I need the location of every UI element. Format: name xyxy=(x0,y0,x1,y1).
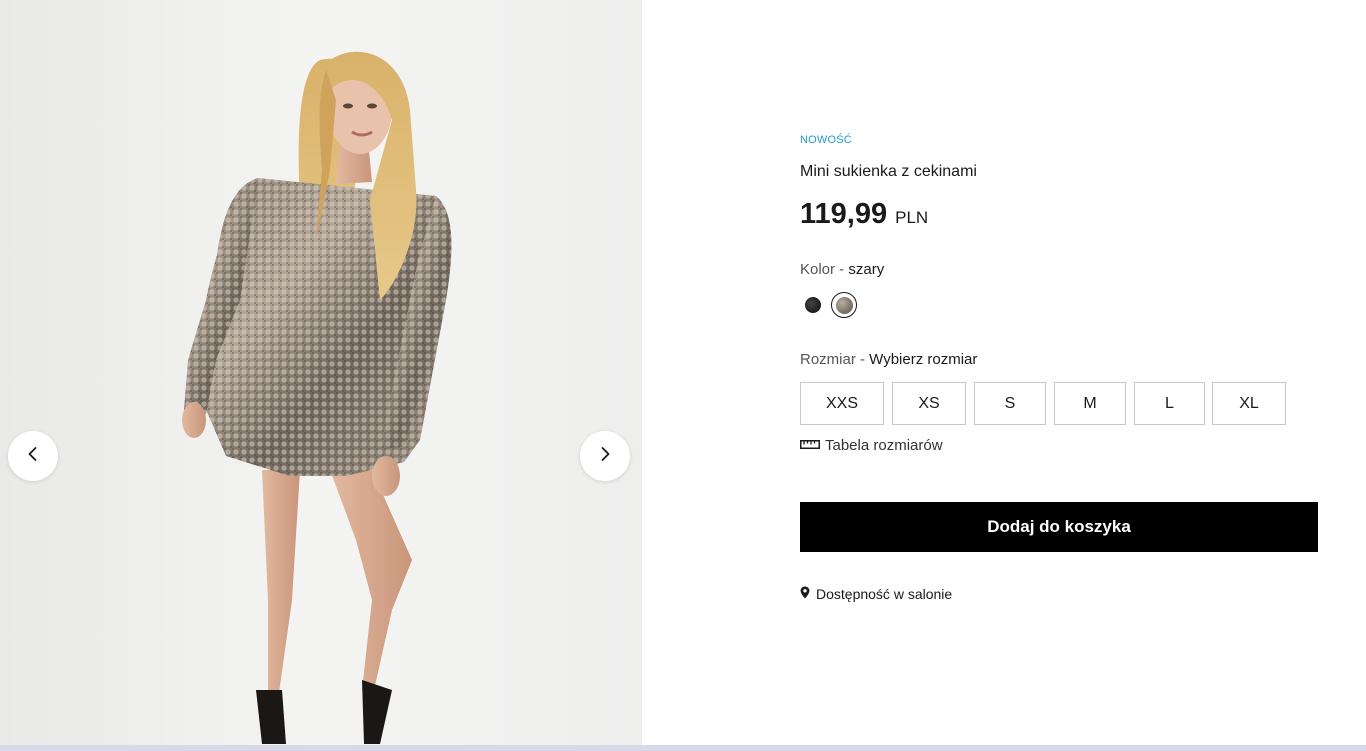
size-option-xxs[interactable]: XXS xyxy=(800,382,884,425)
bottom-scrollbar-strip xyxy=(0,745,1366,751)
size-label-prefix: Rozmiar - xyxy=(800,351,870,368)
size-table-label: Tabela rozmiarów xyxy=(825,437,943,454)
availability-label: Dostępność w salonie xyxy=(816,586,953,602)
location-pin-icon xyxy=(800,586,816,602)
size-option-s[interactable]: S xyxy=(974,382,1046,425)
color-swatch-grey-fill xyxy=(835,296,853,314)
size-option-xs[interactable]: XS xyxy=(892,382,966,425)
chevron-left-icon xyxy=(24,445,42,468)
add-to-cart-button[interactable]: Dodaj do koszyka xyxy=(800,502,1318,552)
gallery-next-button[interactable] xyxy=(580,431,630,481)
color-label-prefix: Kolor - xyxy=(800,261,849,278)
size-option-m[interactable]: M xyxy=(1054,382,1126,425)
size-option-l[interactable]: L xyxy=(1134,382,1205,425)
new-badge: NOWOŚĆ xyxy=(800,134,852,146)
size-label-value: Wybierz rozmiar xyxy=(869,351,978,368)
color-swatch-grey[interactable] xyxy=(831,292,857,318)
color-swatches xyxy=(800,292,857,318)
chevron-right-icon xyxy=(596,445,614,468)
product-gallery xyxy=(0,0,642,745)
size-table-link[interactable]: Tabela rozmiarów xyxy=(800,437,943,454)
color-label-value: szary xyxy=(848,261,885,278)
gallery-prev-button[interactable] xyxy=(8,431,58,481)
product-page: NOWOŚĆ Mini sukienka z cekinami 119,99 P… xyxy=(0,0,1366,751)
size-label: Rozmiar - Wybierz rozmiar xyxy=(800,351,977,368)
ruler-icon xyxy=(800,437,825,454)
product-image[interactable] xyxy=(0,0,642,745)
color-swatch-black[interactable] xyxy=(805,297,821,313)
store-availability-link[interactable]: Dostępność w salonie xyxy=(800,586,952,602)
product-title: Mini sukienka z cekinami xyxy=(800,163,977,180)
price-currency: PLN xyxy=(895,208,929,227)
product-price: 119,99 PLN xyxy=(800,198,928,231)
size-option-xl[interactable]: XL xyxy=(1212,382,1286,425)
price-amount: 119,99 xyxy=(800,198,888,230)
color-label: Kolor - szary xyxy=(800,261,884,278)
